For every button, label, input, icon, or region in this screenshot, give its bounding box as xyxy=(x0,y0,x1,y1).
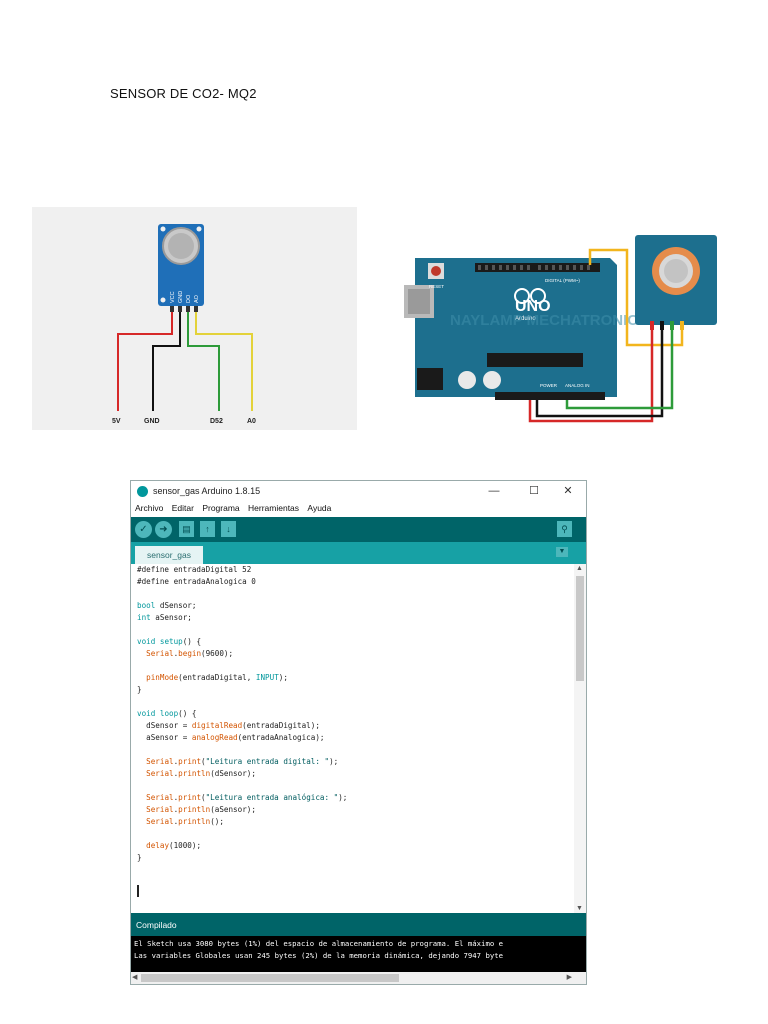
wire-do xyxy=(187,312,220,411)
status-text: Compilado xyxy=(136,920,177,930)
menu-archivo[interactable]: Archivo xyxy=(135,503,163,513)
reset-label: RESET xyxy=(429,284,444,289)
scroll-left-icon[interactable]: ◀ xyxy=(132,973,137,981)
close-button[interactable]: ✕ xyxy=(556,483,580,499)
wire-vcc xyxy=(117,312,173,411)
toolbar: ✓ ➜ ▤ ↑ ↓ ⚲ xyxy=(131,517,586,542)
label-d52: D52 xyxy=(210,418,223,425)
serial-monitor-icon[interactable]: ⚲ xyxy=(557,521,572,537)
watermark: NAYLAMP MECHATRONICS xyxy=(450,312,648,329)
editor-vertical-scrollbar[interactable]: ▲ ▼ xyxy=(574,564,586,913)
status-bar: Compilado xyxy=(131,913,586,936)
pin-label-gnd: GND xyxy=(178,291,184,303)
power-jack xyxy=(417,368,443,390)
arduino-app-icon xyxy=(137,486,148,497)
scroll-down-icon[interactable]: ▼ xyxy=(576,905,583,912)
verify-icon[interactable]: ✓ xyxy=(135,521,152,538)
wire-ao xyxy=(195,312,253,411)
digital-label: DIGITAL (PWM~) xyxy=(545,278,580,283)
output-console: El Sketch usa 3080 bytes (1%) del espaci… xyxy=(131,936,586,972)
menu-ayuda[interactable]: Ayuda xyxy=(307,503,331,513)
label-5v: 5V xyxy=(112,418,121,425)
scroll-thumb-horizontal[interactable] xyxy=(141,974,399,982)
tab-menu-dropdown-icon[interactable]: ▼ xyxy=(556,547,568,557)
code-editor[interactable]: #define entradaDigital 52 #define entrad… xyxy=(131,564,574,913)
text-cursor xyxy=(137,885,139,897)
label-a0: A0 xyxy=(247,418,256,425)
atmega-chip xyxy=(487,353,583,367)
scroll-right-icon[interactable]: ▶ xyxy=(567,973,572,981)
save-icon[interactable]: ↓ xyxy=(221,521,236,537)
code-content: #define entradaDigital 52 #define entrad… xyxy=(137,565,348,862)
pin-label-do: DO xyxy=(186,294,192,303)
scroll-thumb[interactable] xyxy=(576,576,584,681)
arduino-ide-window: sensor_gas Arduino 1.8.15 — ☐ ✕ Archivo … xyxy=(130,480,587,985)
sensor-pinout-svg: VCC GND DO AO 5V GND D52 A0 xyxy=(112,224,256,425)
minimize-button[interactable]: — xyxy=(482,483,506,499)
maximize-button[interactable]: ☐ xyxy=(522,483,546,499)
label-gnd: GND xyxy=(144,418,160,425)
page-title: SENSOR DE CO2- MQ2 xyxy=(110,86,257,101)
menu-herramientas[interactable]: Herramientas xyxy=(248,503,299,513)
tab-bar: sensor_gas ▼ xyxy=(131,542,586,564)
arduino-wiring-svg: RESET DIGITAL (PWM~) UNO Arduino NAYLAMP… xyxy=(404,235,717,423)
sensor-pinout-diagram: VCC GND DO AO 5V GND D52 A0 xyxy=(32,207,357,430)
console-line: El Sketch usa 3080 bytes (1%) del espaci… xyxy=(134,939,504,948)
menu-editar[interactable]: Editar xyxy=(172,503,194,513)
title-bar: sensor_gas Arduino 1.8.15 — ☐ ✕ xyxy=(131,481,586,502)
scroll-up-icon[interactable]: ▲ xyxy=(576,565,583,572)
new-icon[interactable]: ▤ xyxy=(179,521,194,537)
menu-bar: Archivo Editar Programa Herramientas Ayu… xyxy=(131,503,586,517)
power-label: POWER xyxy=(540,383,558,388)
menu-programa[interactable]: Programa xyxy=(202,503,239,513)
open-icon[interactable]: ↑ xyxy=(200,521,215,537)
console-line: Las variables Globales usan 245 bytes (2… xyxy=(134,951,504,960)
pin-label-ao: AO xyxy=(194,294,200,303)
pin-label-vcc: VCC xyxy=(170,291,176,303)
analog-label: ANALOG IN xyxy=(565,383,590,388)
arduino-wiring-diagram: RESET DIGITAL (PWM~) UNO Arduino NAYLAMP… xyxy=(395,225,720,425)
upload-icon[interactable]: ➜ xyxy=(155,521,172,538)
tab-sensor-gas[interactable]: sensor_gas xyxy=(135,546,203,564)
power-analog-header xyxy=(495,392,605,400)
window-title: sensor_gas Arduino 1.8.15 xyxy=(153,486,261,496)
wire-gnd xyxy=(152,312,181,411)
console-horizontal-scrollbar[interactable]: ◀ ▶ xyxy=(131,972,586,984)
